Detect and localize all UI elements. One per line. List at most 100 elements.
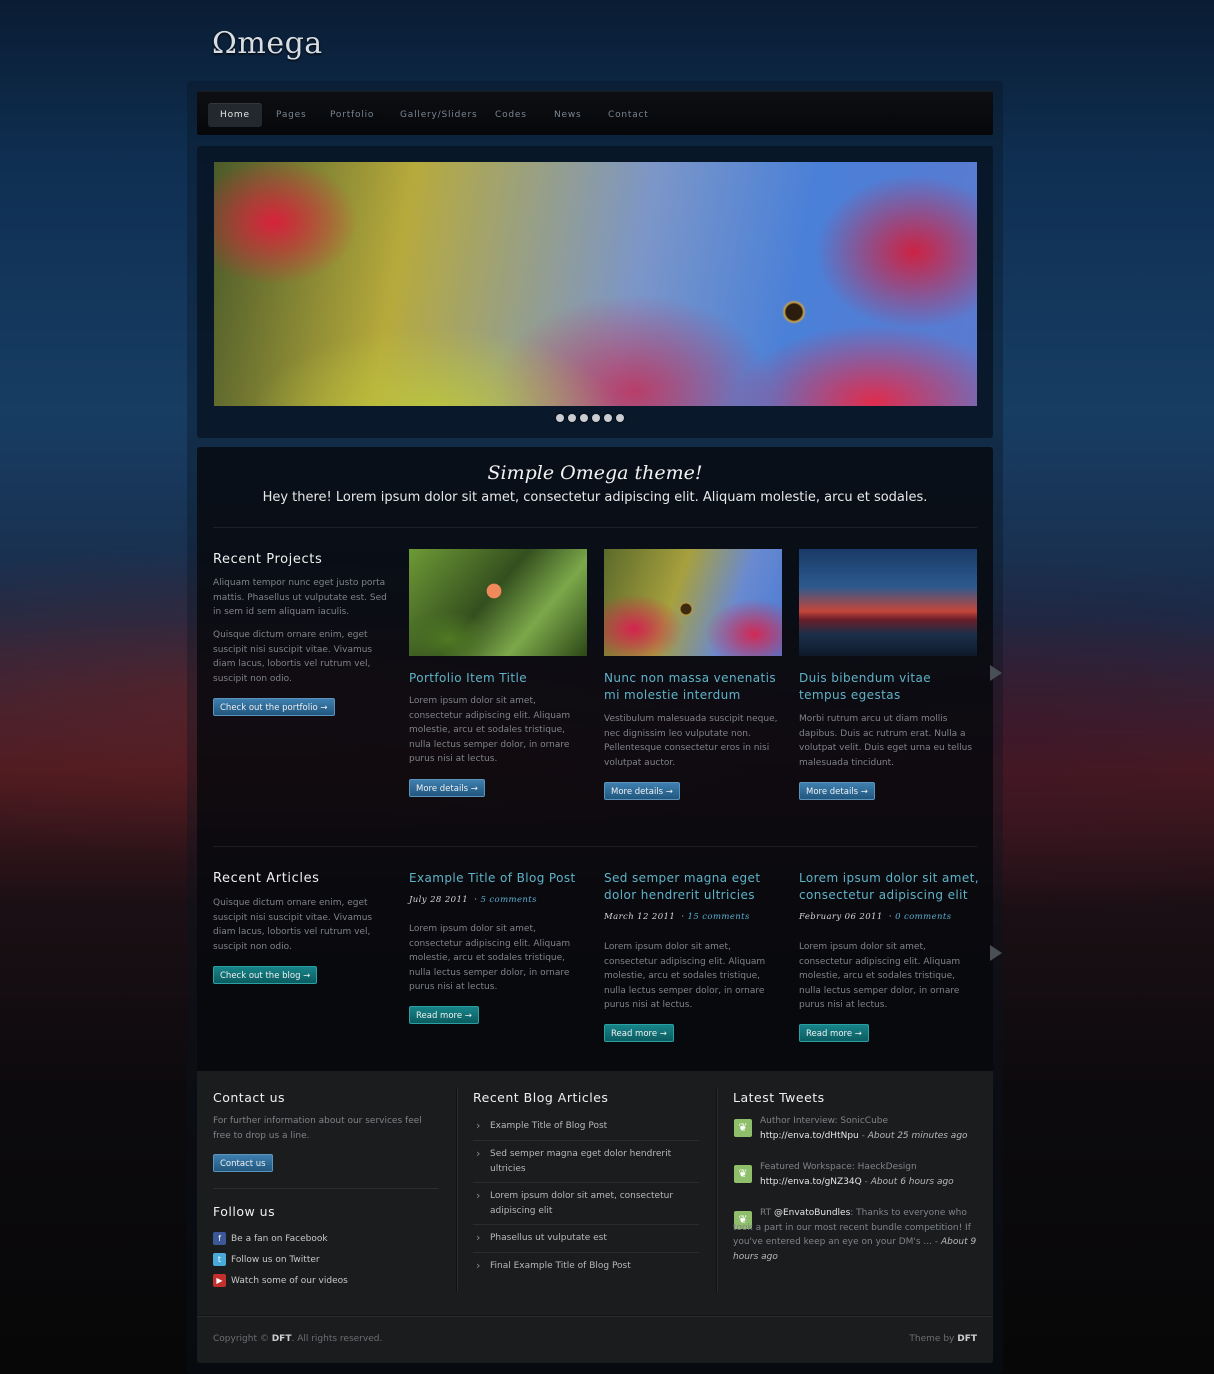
follow-label: Be a fan on Facebook — [231, 1233, 328, 1244]
nav-gallery-sliders[interactable]: Gallery/Sliders — [388, 103, 489, 127]
blog-button[interactable]: Check out the blog → — [213, 966, 318, 984]
tweet-handle[interactable]: @EnvatoBundles — [774, 1208, 850, 1218]
follow-label: Watch some of our videos — [231, 1275, 348, 1286]
tweet-text: Author Interview: SonicCube — [760, 1116, 889, 1126]
theme-brand[interactable]: DFT — [957, 1334, 977, 1344]
article-date: July 28 2011 — [409, 895, 469, 905]
copyright-text: Copyright © — [213, 1334, 272, 1344]
read-more-button[interactable]: Read more → — [409, 1006, 479, 1024]
nav-portfolio[interactable]: Portfolio — [318, 103, 386, 127]
blog-list-item[interactable]: Lorem ipsum dolor sit amet, consectetur … — [473, 1189, 699, 1218]
tweet-link[interactable]: http://enva.to/gNZ34Q — [760, 1177, 862, 1187]
follow-facebook[interactable]: f Be a fan on Facebook — [213, 1232, 328, 1245]
follow-youtube[interactable]: ▶ Watch some of our videos — [213, 1274, 348, 1287]
article-date: March 12 2011 — [604, 912, 676, 922]
youtube-icon: ▶ — [213, 1274, 226, 1287]
contact-button[interactable]: Contact us — [213, 1154, 273, 1172]
article-date: February 06 2011 — [799, 912, 883, 922]
more-details-button[interactable]: More details → — [409, 779, 485, 797]
theme-text: Theme by — [909, 1334, 958, 1344]
divider — [213, 1188, 438, 1189]
slider-image[interactable] — [214, 162, 977, 406]
blog-list-item[interactable]: Final Example Title of Blog Post — [473, 1259, 699, 1274]
divider — [213, 846, 977, 847]
follow-title: Follow us — [213, 1204, 276, 1219]
divider — [213, 527, 977, 528]
article-text: Lorem ipsum dolor sit amet, consectetur … — [409, 924, 571, 992]
portfolio-button[interactable]: Check out the portfolio → — [213, 698, 335, 716]
column-separator — [716, 1088, 717, 1292]
tweet-text: Featured Workspace: HaeckDesign — [760, 1162, 917, 1172]
more-details-button[interactable]: More details → — [799, 782, 875, 800]
article-text: Lorem ipsum dolor sit amet, consectetur … — [604, 942, 766, 1010]
slider-dot[interactable] — [580, 414, 588, 422]
portfolio-thumbnail[interactable] — [409, 549, 587, 656]
portfolio-item-text: Lorem ipsum dolor sit amet, consectetur … — [409, 696, 571, 764]
blog-list-item[interactable]: Phasellus ut vulputate est — [473, 1231, 699, 1246]
follow-twitter[interactable]: t Follow us on Twitter — [213, 1253, 320, 1266]
nav-home[interactable]: Home — [208, 103, 262, 127]
copyright-brand[interactable]: DFT — [272, 1334, 292, 1344]
tweet: Featured Workspace: HaeckDesign http://e… — [760, 1162, 954, 1187]
nav-contact[interactable]: Contact — [596, 103, 661, 127]
tweet-link[interactable]: http://enva.to/dHtNpu — [760, 1131, 859, 1141]
nav-codes[interactable]: Codes — [483, 103, 539, 127]
tweet-time: About 6 hours ago — [870, 1176, 954, 1187]
blog-list-item[interactable]: Example Title of Blog Post — [473, 1119, 699, 1134]
nav-news[interactable]: News — [542, 103, 594, 127]
article-meta: February 06 2011 · 0 comments — [799, 912, 952, 922]
site-logo[interactable]: Ωmega — [212, 26, 323, 61]
slider-dot[interactable] — [592, 414, 600, 422]
contact-text: For further information about our servic… — [213, 1116, 422, 1141]
slider-dot[interactable] — [616, 414, 624, 422]
tweet-prefix: RT — [760, 1208, 774, 1218]
article-meta: July 28 2011 · 5 comments — [409, 895, 537, 905]
nav-pages[interactable]: Pages — [264, 103, 318, 127]
intro-subtitle: Hey there! Lorem ipsum dolor sit amet, c… — [262, 490, 928, 505]
slider-dot[interactable] — [604, 414, 612, 422]
article-comments[interactable]: 15 comments — [688, 912, 750, 922]
article-title[interactable]: Example Title of Blog Post — [409, 870, 589, 887]
read-more-button[interactable]: Read more → — [604, 1024, 674, 1042]
portfolio-item-title[interactable]: Nunc non massa venenatis mi molestie int… — [604, 670, 784, 704]
twitter-icon: t — [213, 1253, 226, 1266]
article-text: Lorem ipsum dolor sit amet, consectetur … — [799, 942, 961, 1010]
portfolio-item-text: Morbi rutrum arcu ut diam mollis dapibus… — [799, 714, 973, 768]
articles-text: Quisque dictum ornare enim, eget suscipi… — [213, 898, 373, 952]
article-meta: March 12 2011 · 15 comments — [604, 912, 750, 922]
article-title[interactable]: Sed semper magna eget dolor hendrerit ul… — [604, 870, 784, 904]
next-arrow-icon[interactable] — [990, 665, 1002, 681]
blog-list-item[interactable]: Sed semper magna eget dolor hendrerit ul… — [473, 1147, 699, 1176]
main-nav: Home Pages Portfolio Gallery/Sliders Cod… — [197, 91, 993, 135]
portfolio-item-text: Vestibulum malesuada suscipit neque, nec… — [604, 714, 778, 768]
slider-dot[interactable] — [568, 414, 576, 422]
slider-pagination — [556, 414, 624, 422]
column-separator — [456, 1088, 457, 1292]
facebook-icon: f — [213, 1232, 226, 1245]
portfolio-thumbnail[interactable] — [799, 549, 977, 656]
more-details-button[interactable]: More details → — [604, 782, 680, 800]
portfolio-thumbnail[interactable] — [604, 549, 782, 656]
theme-credit: Theme by DFT — [909, 1334, 977, 1344]
divider — [473, 1182, 699, 1183]
recent-articles-title: Recent Articles — [213, 871, 320, 886]
read-more-button[interactable]: Read more → — [799, 1024, 869, 1042]
slider-dot[interactable] — [556, 414, 564, 422]
article-comments[interactable]: 0 comments — [895, 912, 951, 922]
next-arrow-icon[interactable] — [990, 945, 1002, 961]
divider — [197, 1315, 993, 1316]
tweets-title: Latest Tweets — [733, 1090, 825, 1105]
tweet: RT @EnvatoBundles: Thanks to everyone wh… — [733, 1208, 977, 1262]
projects-text-2: Quisque dictum ornare enim, eget suscipi… — [213, 630, 373, 684]
divider — [473, 1252, 699, 1253]
article-comments[interactable]: 5 comments — [480, 895, 536, 905]
recent-projects-title: Recent Projects — [213, 552, 323, 567]
tweet: Author Interview: SonicCube http://enva.… — [760, 1116, 968, 1141]
portfolio-item-title[interactable]: Portfolio Item Title — [409, 670, 589, 687]
blog-articles-title: Recent Blog Articles — [473, 1090, 609, 1105]
portfolio-item-title[interactable]: Duis bibendum vitae tempus egestas — [799, 670, 979, 704]
intro-title: Simple Omega theme! — [487, 462, 703, 484]
tweet-time: About 25 minutes ago — [867, 1130, 968, 1141]
article-title[interactable]: Lorem ipsum dolor sit amet, consectetur … — [799, 870, 979, 904]
leaf-icon: ❦ — [734, 1119, 752, 1137]
